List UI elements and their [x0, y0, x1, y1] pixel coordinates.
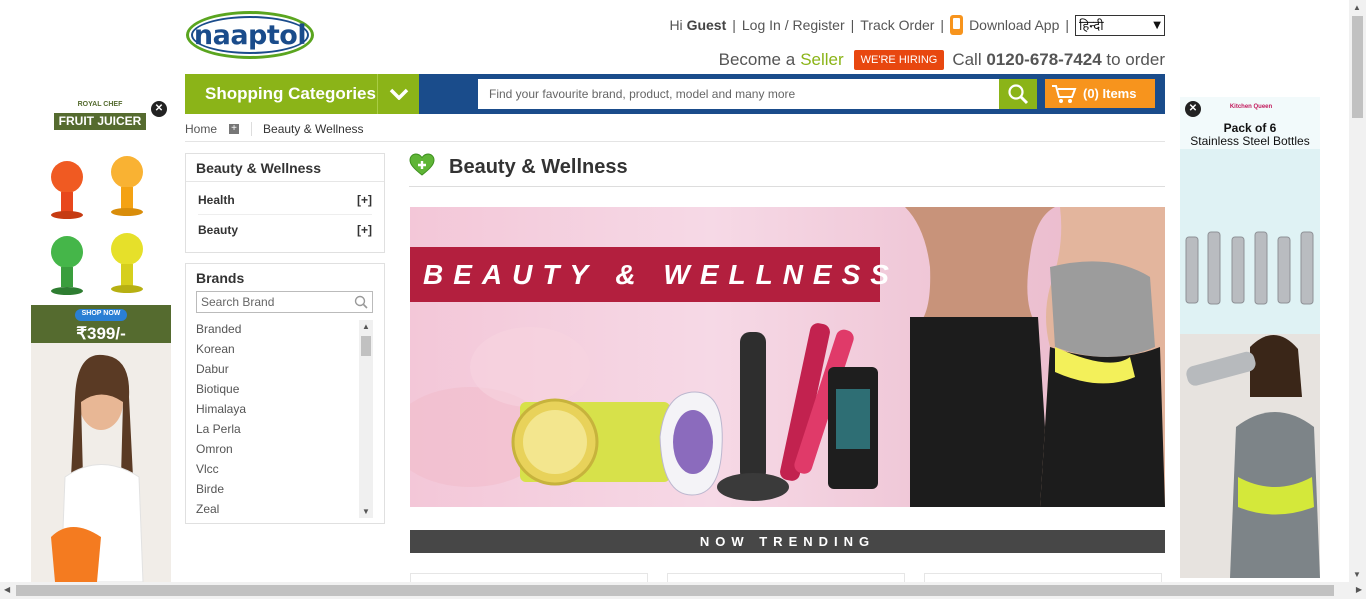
- separator: |: [1065, 17, 1069, 33]
- ad-right-brand: Kitchen Queen: [1229, 104, 1273, 110]
- search-icon: [1008, 84, 1029, 105]
- close-icon[interactable]: ✕: [151, 101, 167, 117]
- category-panel: Beauty & Wellness Health [+] Beauty [+]: [185, 153, 385, 253]
- brand-item[interactable]: Biotique: [196, 380, 356, 400]
- phone-number: 0120-678-7424: [986, 50, 1102, 69]
- greeting-user: Guest: [686, 17, 727, 33]
- brand-item[interactable]: Vlcc: [196, 460, 356, 480]
- ad-left-cta[interactable]: SHOP NOW: [75, 310, 127, 317]
- cart-icon: [1052, 84, 1077, 103]
- separator: |: [732, 17, 736, 33]
- ad-left-product: FRUIT JUICER: [58, 114, 142, 128]
- main-navbar: Shopping Categories Find your favourite …: [185, 74, 1165, 114]
- vertical-scrollbar[interactable]: ▲ ▼: [1349, 0, 1366, 582]
- category-item-beauty[interactable]: Beauty [+]: [198, 215, 372, 244]
- separator: |: [940, 17, 945, 33]
- brand-item[interactable]: Korean: [196, 340, 356, 360]
- call-text: Call: [952, 50, 982, 69]
- brand-search-input[interactable]: Search Brand: [196, 291, 373, 313]
- brand-list-scrollbar[interactable]: ▲ ▼: [359, 320, 373, 518]
- right-ad-banner[interactable]: Kitchen Queen Pack of 6 Stainless Steel …: [1180, 97, 1320, 578]
- naaptol-logo[interactable]: naaptol: [186, 11, 314, 59]
- breadcrumb: Home + Beauty & Wellness: [185, 116, 1165, 142]
- search-icon: [354, 295, 368, 309]
- shopping-categories-label: Shopping Categories: [205, 84, 376, 103]
- ad-left-brand: ROYAL CHEF: [77, 101, 123, 108]
- scroll-left-icon[interactable]: ◀: [4, 585, 10, 594]
- language-value: हिन्दी: [1079, 19, 1104, 34]
- cart-button[interactable]: (0) Items: [1045, 79, 1155, 108]
- scrollbar-thumb[interactable]: [16, 585, 1334, 596]
- scroll-down-icon[interactable]: ▼: [1353, 570, 1361, 579]
- logo-text: naaptol: [191, 16, 309, 54]
- brand-search-placeholder: Search Brand: [201, 295, 275, 309]
- search-input[interactable]: Find your favourite brand, product, mode…: [478, 79, 1000, 109]
- category-item-health[interactable]: Health [+]: [198, 186, 372, 215]
- category-label: Health: [198, 193, 235, 207]
- left-ad-banner[interactable]: ROYAL CHEF FRUIT JUICER SHOP NOW ₹399/-: [31, 97, 171, 582]
- brands-panel-title: Brands: [196, 270, 245, 286]
- track-order-link[interactable]: Track Order: [860, 17, 934, 33]
- divider: [251, 121, 253, 136]
- greeting-prefix: Hi: [669, 17, 683, 33]
- scroll-up-icon[interactable]: ▲: [1353, 3, 1361, 12]
- scrollbar-thumb[interactable]: [1352, 16, 1363, 118]
- search-placeholder: Find your favourite brand, product, mode…: [489, 87, 796, 101]
- page-title: Beauty & Wellness: [449, 155, 628, 178]
- expand-toggle[interactable]: [+]: [357, 193, 372, 207]
- separator: |: [850, 17, 855, 33]
- ad-right-line1: Pack of 6: [1223, 121, 1277, 135]
- brand-item[interactable]: Dabur: [196, 360, 356, 380]
- scrollbar-thumb[interactable]: [361, 336, 371, 356]
- brand-item[interactable]: La Perla: [196, 420, 356, 440]
- brands-panel: Brands Search Brand Branded Korean Dabur…: [185, 263, 385, 524]
- chevron-down-icon[interactable]: [377, 74, 419, 114]
- scroll-up-icon[interactable]: ▲: [362, 322, 370, 331]
- seller-line: Become a Seller WE'RE HIRING Call 0120-6…: [719, 48, 1165, 72]
- steel-bottles-ad-graphic: [1180, 97, 1320, 578]
- page-heading: Beauty & Wellness: [409, 148, 1165, 187]
- expand-toggle[interactable]: [+]: [357, 223, 372, 237]
- scroll-down-icon[interactable]: ▼: [362, 507, 370, 516]
- seller-link[interactable]: Seller: [800, 50, 843, 70]
- brand-list: Branded Korean Dabur Biotique Himalaya L…: [196, 320, 356, 520]
- cart-count-label: (0) Items: [1083, 86, 1137, 101]
- brand-item[interactable]: Himalaya: [196, 400, 356, 420]
- mobile-phone-icon[interactable]: [950, 15, 964, 35]
- brand-item[interactable]: Zeal: [196, 500, 356, 520]
- category-label: Beauty: [198, 222, 239, 237]
- shopping-categories-button[interactable]: Shopping Categories: [185, 74, 419, 114]
- brand-item[interactable]: Birde: [196, 480, 356, 500]
- ad-left-price: ₹399/-: [76, 324, 126, 343]
- brand-item[interactable]: Branded: [196, 320, 356, 340]
- horizontal-scrollbar[interactable]: ◀ ▶: [0, 582, 1366, 599]
- login-register-link[interactable]: Log In / Register: [742, 17, 845, 33]
- now-trending-header: NOW TRENDING: [410, 530, 1165, 553]
- plus-icon: +: [229, 123, 240, 134]
- hiring-badge[interactable]: WE'RE HIRING: [853, 50, 945, 70]
- language-select[interactable]: हिन्दी ▼: [1075, 14, 1165, 36]
- greeting: Hi Guest: [669, 17, 726, 33]
- banner-title: BEAUTY & WELLNESS: [410, 247, 889, 302]
- breadcrumb-home[interactable]: Home: [185, 122, 217, 136]
- scroll-right-icon[interactable]: ▶: [1356, 585, 1362, 594]
- top-links: Hi Guest | Log In / Register | Track Ord…: [669, 14, 1165, 36]
- brand-item[interactable]: Omron: [196, 440, 356, 460]
- breadcrumb-current: Beauty & Wellness: [263, 121, 364, 136]
- call-to-order: Call 0120-678-7424 to order: [952, 50, 1165, 70]
- category-panel-title: Beauty & Wellness: [186, 154, 384, 182]
- close-icon[interactable]: ✕: [1185, 101, 1201, 117]
- ad-right-line2: Stainless Steel Bottles: [1190, 134, 1310, 148]
- to-order-text: to order: [1106, 50, 1165, 69]
- search-button[interactable]: [999, 79, 1037, 109]
- category-hero-banner[interactable]: BEAUTY & WELLNESS: [410, 207, 1165, 507]
- download-app-link[interactable]: Download App: [969, 17, 1059, 33]
- chevron-down-icon: ▼: [1153, 19, 1161, 31]
- heart-plus-icon: [409, 153, 435, 176]
- become-text: Become a: [718, 50, 796, 69]
